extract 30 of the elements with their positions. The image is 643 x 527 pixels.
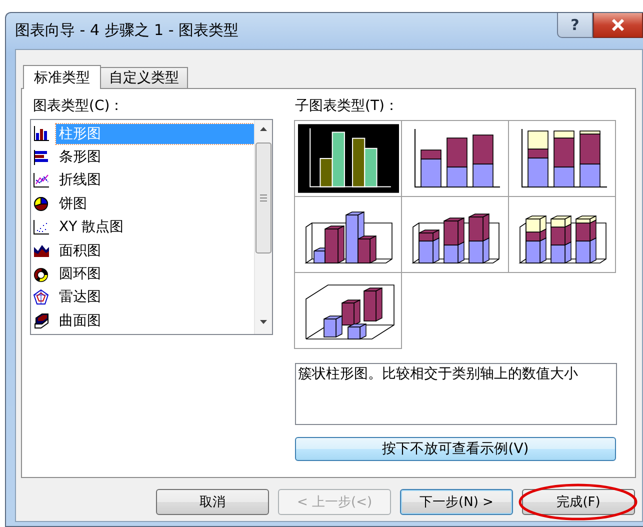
- chart-type-item[interactable]: 面积图: [56, 240, 254, 261]
- surface-chart-icon: [33, 312, 50, 330]
- wizard-button[interactable]: 下一步(N) >: [400, 489, 513, 515]
- chart-type-item[interactable]: 条形图: [56, 147, 254, 168]
- help-button[interactable]: ?: [557, 13, 593, 38]
- wizard-button[interactable]: 取消: [156, 489, 269, 515]
- chart-type-item[interactable]: 圆环图: [56, 264, 254, 284]
- close-icon: [611, 19, 625, 31]
- donut-chart-icon: [33, 266, 50, 283]
- scatter-chart-icon: [33, 218, 50, 236]
- radar-chart-icon: [33, 288, 50, 306]
- chart-type-label: 图表类型(C)：: [33, 97, 125, 115]
- preview-button[interactable]: 按下不放可查看示例(V): [295, 437, 616, 461]
- chart-type-item[interactable]: 折线图: [56, 170, 254, 190]
- chart-type-item[interactable]: XY 散点图: [56, 217, 254, 238]
- tab[interactable]: 标准类型: [23, 65, 101, 89]
- pie-chart-icon: [33, 195, 50, 212]
- chart-type-item[interactable]: 饼图: [56, 194, 254, 214]
- tab[interactable]: 自定义类型: [100, 67, 188, 88]
- column-chart-icon: [33, 125, 50, 142]
- description-box: 簇状柱形图。比较相交于类别轴上的数值大小: [295, 363, 617, 425]
- close-button[interactable]: [593, 13, 643, 38]
- chart-type-item[interactable]: 雷达图: [56, 287, 254, 308]
- bar-chart-icon: [33, 148, 50, 166]
- subtype-option[interactable]: [298, 123, 398, 194]
- subtype-label: 子图表类型(T)：: [295, 97, 400, 115]
- window-title: 图表向导 - 4 步骤之 1 - 图表类型: [14, 20, 239, 40]
- chart-type-item[interactable]: 曲面图: [56, 310, 254, 331]
- line-chart-icon: [33, 172, 50, 189]
- wizard-button[interactable]: 完成(F): [522, 489, 635, 515]
